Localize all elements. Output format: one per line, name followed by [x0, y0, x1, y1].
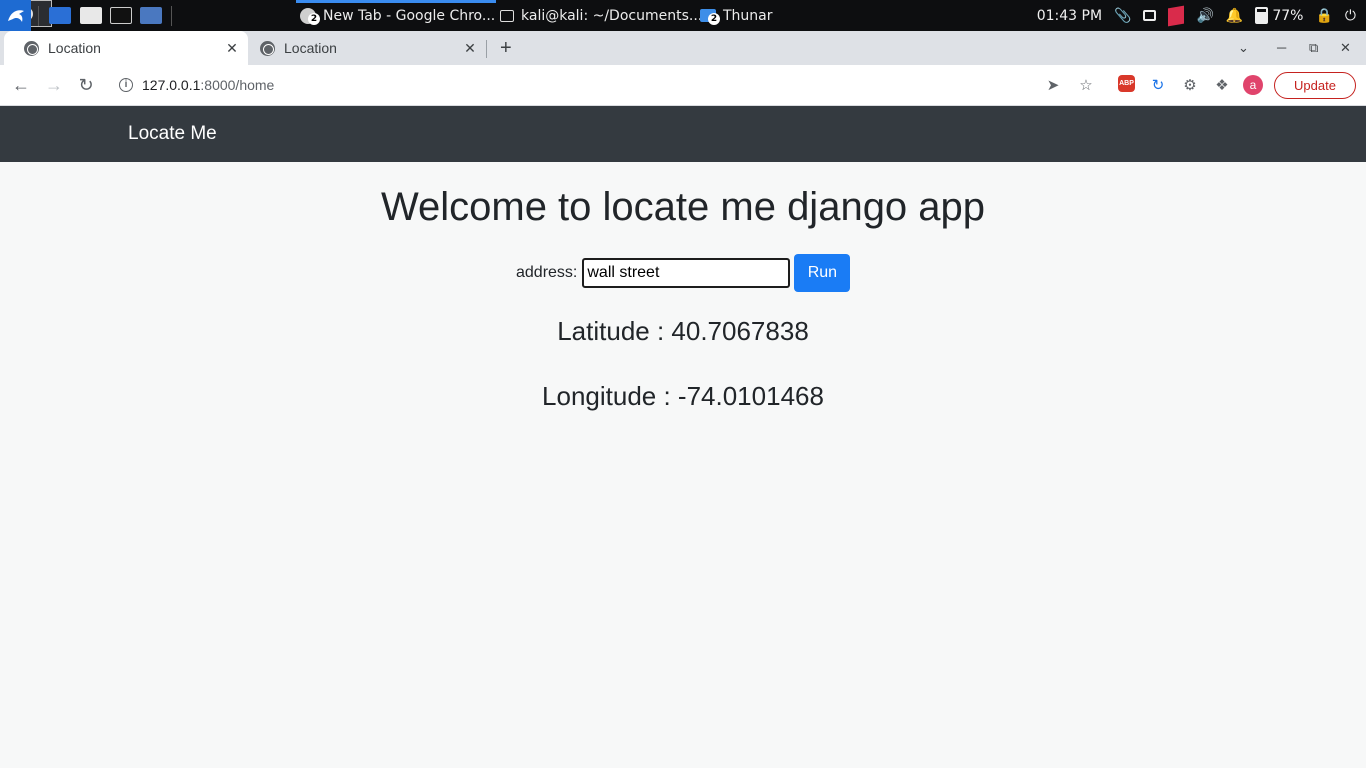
send-icon[interactable]: ➤: [1043, 75, 1063, 95]
adblock-plus-icon[interactable]: ABP: [1118, 75, 1135, 92]
taskbar-terminal-window[interactable]: kali@kali: ~/Documents...: [500, 0, 702, 31]
address-input[interactable]: [582, 258, 791, 288]
page-title: Welcome to locate me django app: [380, 185, 986, 229]
taskbar-task-label: New Tab - Google Chro...: [323, 7, 496, 24]
tab-title: Location: [48, 40, 101, 56]
profile-avatar[interactable]: a: [1243, 75, 1263, 95]
os-taskbar: 2 New Tab - Google Chro... kali@kali: ~/…: [0, 0, 1366, 31]
close-window-icon[interactable]: ✕: [1340, 40, 1351, 56]
taskbar-chrome-window[interactable]: 2 New Tab - Google Chro...: [300, 0, 495, 31]
extension-gear-icon[interactable]: ⚙: [1180, 75, 1200, 95]
paperclip-icon[interactable]: 📎: [1114, 8, 1131, 24]
browser-toolbar: ← → ↻ i 127.0.0.1:8000/home ➤ ☆ ABP ↻ ⚙ …: [0, 65, 1366, 106]
update-button[interactable]: Update: [1274, 72, 1356, 99]
taskbar-thunar-window[interactable]: 2 Thunar: [700, 0, 773, 31]
package-icon[interactable]: [1168, 5, 1185, 26]
clock[interactable]: 01:43 PM: [1037, 8, 1102, 24]
notification-bell-icon[interactable]: 🔔: [1226, 8, 1243, 24]
browser-tab-strip: Location ✕ Location ✕: [0, 31, 1366, 65]
file-manager-icon[interactable]: [80, 7, 102, 24]
reload-icon[interactable]: ↻: [75, 74, 97, 96]
window-count-badge: 2: [308, 13, 320, 25]
taskbar-task-label: Thunar: [723, 7, 773, 24]
minimize-icon[interactable]: ─: [1277, 40, 1286, 55]
globe-icon: [24, 40, 39, 56]
url-path: :8000/home: [200, 77, 275, 93]
kali-menu-icon[interactable]: [0, 0, 31, 31]
site-navbar: Locate Me: [0, 106, 1366, 162]
navbar-brand[interactable]: Locate Me: [128, 123, 217, 145]
site-info-icon[interactable]: i: [119, 78, 133, 92]
power-icon[interactable]: ⏻: [1345, 8, 1356, 24]
globe-icon: [260, 40, 275, 56]
page-content: Welcome to locate me django app address:…: [0, 162, 1366, 768]
lock-screen-icon[interactable]: 🔒: [1315, 8, 1332, 24]
close-tab-icon[interactable]: ✕: [462, 40, 478, 56]
screen-recorder-icon[interactable]: [140, 7, 162, 24]
sync-icon[interactable]: ↻: [1148, 75, 1168, 95]
tab-title: Location: [284, 40, 337, 56]
battery-percent: 77%: [1272, 7, 1304, 24]
address-bar[interactable]: i 127.0.0.1:8000/home: [110, 69, 1040, 101]
terminal-window-icon: [500, 9, 514, 22]
url-host: 127.0.0.1: [142, 77, 201, 93]
tab-location[interactable]: Location ✕: [240, 31, 486, 65]
latitude-result: Latitude : 40.7067838: [557, 316, 809, 346]
run-button[interactable]: Run: [794, 254, 851, 292]
restore-icon[interactable]: ⧉: [1309, 40, 1318, 56]
address-label: address:: [516, 264, 578, 281]
display-icon[interactable]: [1143, 10, 1157, 21]
extensions-puzzle-icon[interactable]: ❖: [1212, 75, 1232, 95]
battery-icon[interactable]: [1255, 7, 1269, 24]
tab-location-active[interactable]: Location ✕: [4, 31, 248, 65]
bookmark-star-icon[interactable]: ☆: [1076, 75, 1096, 95]
window-count-badge: 2: [708, 13, 720, 25]
tab-search-icon[interactable]: ⌄: [1238, 40, 1249, 56]
terminal-icon[interactable]: [110, 7, 132, 24]
close-tab-icon[interactable]: ✕: [224, 40, 240, 56]
system-tray: 01:43 PM 📎 🔊 🔔 77% 🔒 ⏻: [1037, 0, 1366, 31]
forward-arrow-icon[interactable]: →: [43, 74, 65, 96]
taskbar-task-label: kali@kali: ~/Documents...: [521, 7, 703, 24]
address-form: address: Run: [516, 254, 851, 292]
tab-divider: [486, 40, 487, 58]
volume-icon[interactable]: 🔊: [1196, 8, 1213, 24]
new-tab-button[interactable]: +: [500, 38, 512, 58]
back-arrow-icon[interactable]: ←: [10, 74, 32, 96]
longitude-result: Longitude : -74.0101468: [542, 381, 824, 411]
show-desktop-icon[interactable]: [49, 7, 71, 24]
